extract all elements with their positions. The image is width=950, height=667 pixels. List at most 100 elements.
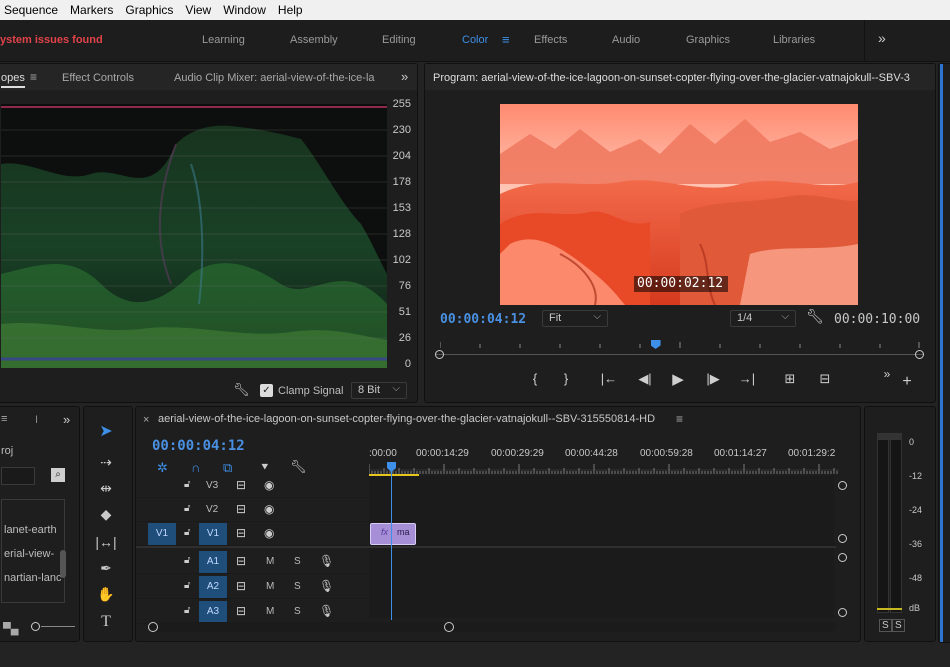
lock-icon[interactable]: 🔓︎	[184, 503, 190, 514]
lock-icon[interactable]: 🔓︎	[184, 580, 190, 591]
video-clip[interactable]: fx ma	[370, 523, 416, 545]
project-tab-partial[interactable]: I	[35, 414, 38, 426]
menu-markers[interactable]: Markers	[64, 3, 119, 17]
step-forward-button[interactable]: |▶	[704, 371, 722, 387]
mark-in-button[interactable]: {	[526, 371, 544, 386]
go-to-in-button[interactable]: |←	[600, 371, 618, 386]
sequence-menu-icon[interactable]: ≡	[676, 412, 683, 426]
panel-menu-icon[interactable]: ≡	[30, 70, 37, 84]
hand-tool-icon[interactable]: ✋	[94, 583, 118, 605]
program-current-timecode[interactable]: 00:00:04:12	[440, 312, 526, 327]
tab-assembly[interactable]: Assembly	[290, 34, 338, 46]
sync-lock-icon[interactable]: ⊟	[236, 478, 246, 492]
video-scroll-handle[interactable]	[838, 534, 847, 543]
add-marker-icon[interactable]: ⯆	[260, 460, 270, 475]
tab-audio-clip-mixer[interactable]: Audio Clip Mixer: aerial-view-of-the-ice…	[174, 72, 379, 84]
tab-learning[interactable]: Learning	[202, 34, 245, 46]
tab-effect-controls[interactable]: Effect Controls	[62, 72, 134, 84]
video-scroll-handle[interactable]	[838, 481, 847, 490]
project-item[interactable]: erial-view-	[4, 548, 54, 560]
tab-editing[interactable]: Editing	[382, 34, 416, 46]
tab-color[interactable]: Color	[462, 34, 488, 46]
zoom-slider-handle[interactable]	[31, 622, 40, 631]
freeform-view-icon[interactable]: ▀▄	[3, 623, 19, 635]
solo-button[interactable]: S	[294, 606, 301, 617]
tab-effects[interactable]: Effects	[534, 34, 567, 46]
pen-tool-icon[interactable]: ✒	[94, 557, 118, 579]
menu-view[interactable]: View	[179, 3, 217, 17]
program-title[interactable]: Program: aerial-view-of-the-ice-lagoon-o…	[433, 72, 931, 84]
scrub-in-handle[interactable]	[435, 350, 444, 359]
eye-icon[interactable]: ◉	[264, 478, 274, 492]
meter-solo-left[interactable]: S	[879, 619, 892, 632]
mark-out-button[interactable]: }	[557, 371, 575, 386]
workspace-more-icon[interactable]: »	[878, 30, 886, 46]
scrub-out-handle[interactable]	[915, 350, 924, 359]
source-patch-v1[interactable]: V1	[148, 523, 176, 545]
bit-depth-dropdown[interactable]: 8 Bit	[351, 381, 407, 399]
tab-lumetri-scopes[interactable]: opes	[1, 72, 25, 88]
slip-tool-icon[interactable]: |↔|	[94, 531, 118, 553]
lock-icon[interactable]: 🔓︎	[184, 555, 190, 566]
menu-sequence[interactable]: Sequence	[0, 3, 64, 17]
wrench-icon[interactable]: 🔧︎	[233, 382, 250, 398]
razor-tool-icon[interactable]: ◆	[94, 503, 118, 525]
timeline-hscrollbar[interactable]	[148, 622, 836, 632]
fit-dropdown[interactable]: Fit	[542, 309, 608, 327]
mute-button[interactable]: M	[266, 556, 274, 567]
tab-audio[interactable]: Audio	[612, 34, 640, 46]
hscroll-right-handle[interactable]	[444, 622, 454, 632]
menu-graphics[interactable]: Graphics	[119, 3, 179, 17]
zoom-slider[interactable]	[41, 626, 75, 627]
hscroll-left-handle[interactable]	[148, 622, 158, 632]
track-name[interactable]: V1	[199, 523, 227, 545]
sync-lock-icon[interactable]: ⊟	[236, 526, 246, 540]
lock-icon[interactable]: 🔓︎	[184, 479, 190, 490]
sync-lock-icon[interactable]: ⊟	[236, 579, 246, 593]
button-editor-plus-icon[interactable]: +	[898, 373, 916, 391]
timeline-settings-icon[interactable]: 🔧︎	[290, 459, 307, 475]
sync-lock-icon[interactable]: ⊟	[236, 604, 246, 618]
extract-button[interactable]: ⊟	[816, 371, 834, 387]
type-tool-icon[interactable]: T	[94, 611, 118, 633]
mute-button[interactable]: M	[266, 581, 274, 592]
scrub-bar[interactable]	[436, 354, 924, 355]
system-alert[interactable]: ystem issues found	[0, 34, 103, 46]
solo-button[interactable]: S	[294, 556, 301, 567]
clamp-signal-checkbox[interactable]: ✓	[260, 384, 273, 397]
mic-icon[interactable]: 🎙︎	[319, 554, 334, 568]
mute-button[interactable]: M	[266, 606, 274, 617]
mic-icon[interactable]: 🎙︎	[319, 579, 334, 593]
step-back-button[interactable]: ◀|	[636, 371, 654, 387]
project-item[interactable]: lanet-earth	[4, 524, 57, 536]
eye-icon[interactable]: ◉	[264, 526, 274, 540]
track-name[interactable]: A2	[199, 576, 227, 598]
audio-scroll-handle[interactable]	[838, 553, 847, 562]
project-search-input[interactable]	[1, 467, 35, 485]
project-item[interactable]: nartian-lanc	[4, 572, 61, 584]
controls-more-icon[interactable]: »	[878, 367, 896, 381]
meter-solo-right[interactable]: S	[892, 619, 905, 632]
selection-tool-icon[interactable]: ➤	[94, 421, 118, 443]
menu-window[interactable]: Window	[217, 3, 272, 17]
timeline-timecode[interactable]: 00:00:04:12	[152, 438, 245, 454]
menu-help[interactable]: Help	[272, 3, 309, 17]
project-menu-icon[interactable]: ≡	[1, 413, 7, 425]
audio-scroll-handle[interactable]	[838, 608, 847, 617]
play-button[interactable]: ▶	[669, 370, 687, 388]
sequence-tab[interactable]: aerial-view-of-the-ice-lagoon-on-sunset-…	[158, 413, 655, 425]
eye-icon[interactable]: ◉	[264, 502, 274, 516]
timeline-close-icon[interactable]: ×	[143, 414, 149, 426]
sync-lock-icon[interactable]: ⊟	[236, 502, 246, 516]
project-more-icon[interactable]: »	[63, 412, 70, 427]
find-icon[interactable]: ⌕	[51, 468, 65, 482]
snap-icon[interactable]: ∩	[191, 460, 200, 475]
lift-button[interactable]: ⊞	[781, 371, 799, 387]
track-name[interactable]: A3	[199, 601, 227, 623]
track-select-tool-icon[interactable]: ⇢	[94, 451, 118, 473]
workspace-menu-icon[interactable]: ≡	[502, 32, 510, 47]
sync-lock-icon[interactable]: ⊟	[236, 554, 246, 568]
resolution-dropdown[interactable]: 1/4	[730, 309, 796, 327]
program-settings-icon[interactable]: 🔧︎	[806, 308, 824, 325]
tab-libraries[interactable]: Libraries	[773, 34, 815, 46]
